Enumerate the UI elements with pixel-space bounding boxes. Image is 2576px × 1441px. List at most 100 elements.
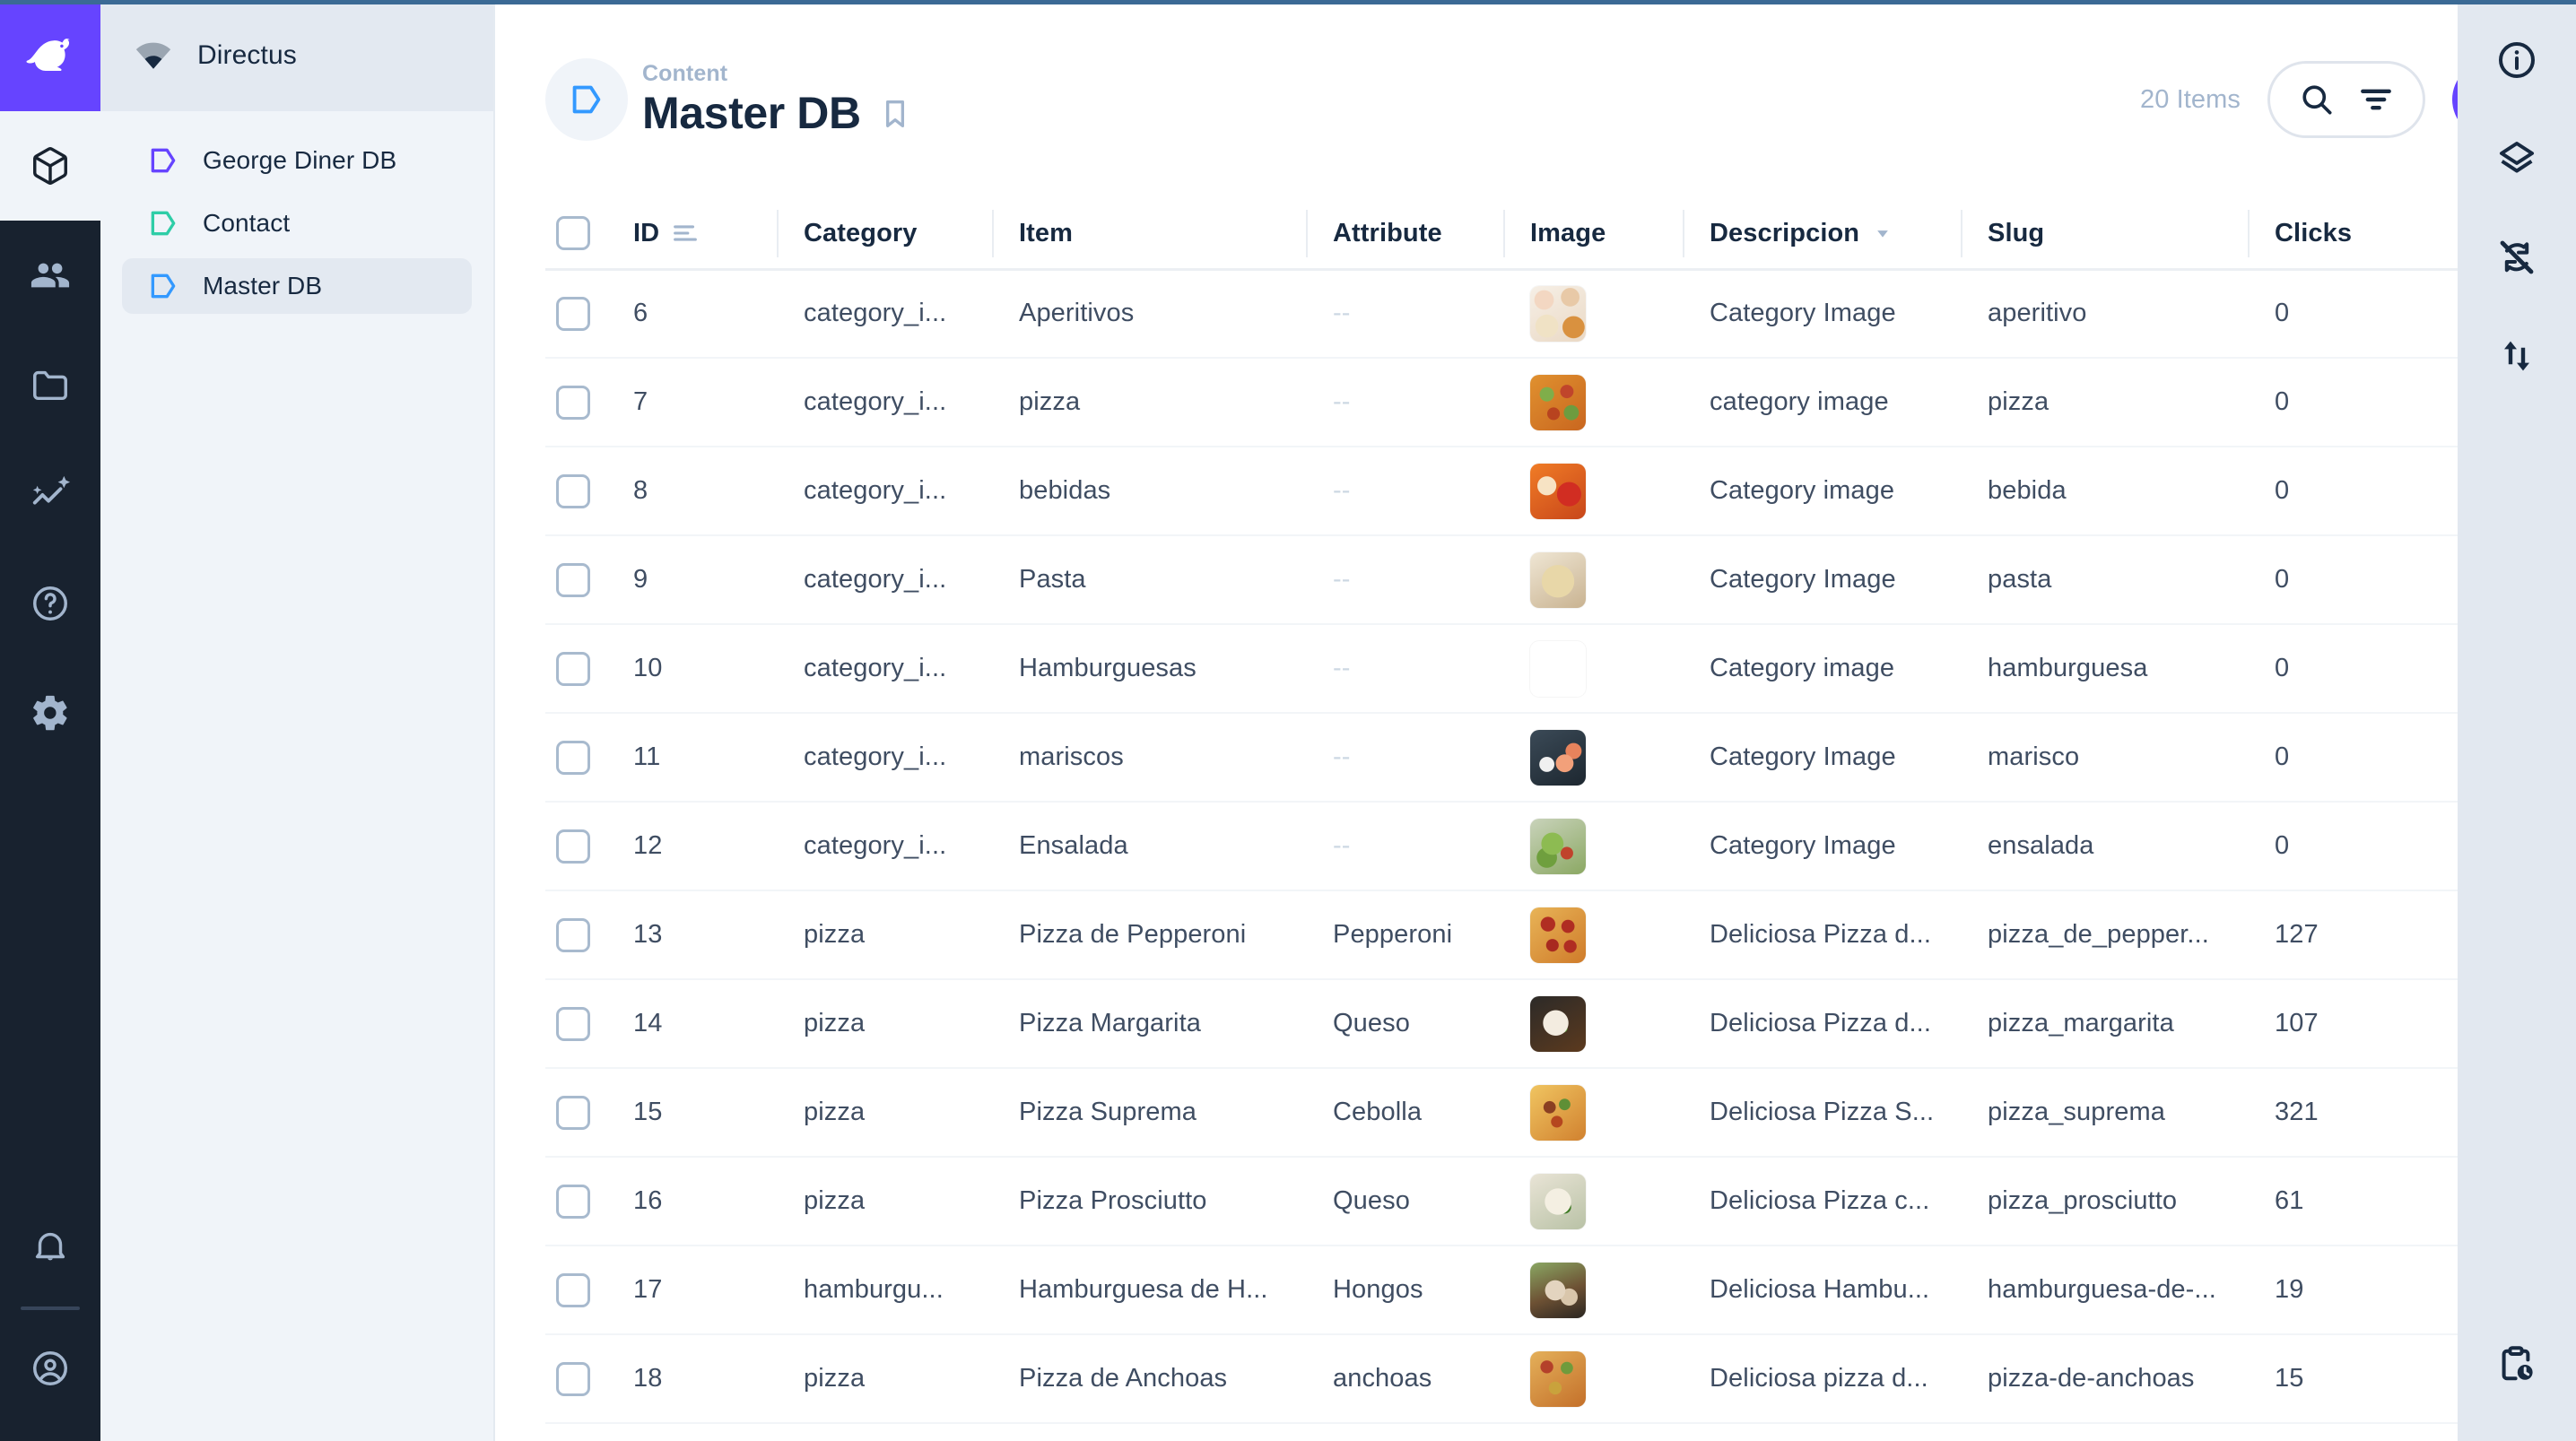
module-item-insights[interactable]	[0, 439, 100, 549]
row-checkbox[interactable]	[556, 385, 590, 420]
row-thumbnail[interactable]	[1530, 641, 1586, 697]
row-checkbox[interactable]	[556, 1184, 590, 1219]
module-item-docs[interactable]	[0, 549, 100, 658]
row-select-cell	[545, 269, 606, 359]
row-checkbox[interactable]	[556, 1272, 590, 1307]
table-row[interactable]: 7 category_i... pizza -- category image pizza…	[545, 358, 2520, 447]
tag-icon	[572, 85, 601, 114]
module-item-notifications[interactable]	[0, 1192, 100, 1301]
cell-id: 14	[606, 979, 777, 1069]
table-row[interactable]: 6 category_i... Aperitivos -- Category Image…	[545, 269, 2520, 359]
row-thumbnail[interactable]	[1530, 285, 1586, 342]
gear-icon	[33, 695, 67, 731]
sidebar-item-contact[interactable]: Contact	[122, 195, 472, 251]
sidebar-detail-layers[interactable]	[2458, 109, 2576, 208]
row-thumbnail[interactable]	[1530, 818, 1586, 874]
row-thumbnail[interactable]	[1530, 463, 1586, 519]
tag-icon	[151, 148, 176, 173]
row-thumbnail[interactable]	[1530, 1173, 1586, 1229]
row-thumbnail[interactable]	[1530, 1262, 1586, 1318]
table-row[interactable]: 14 pizza Pizza Margarita Queso Deliciosa Piz…	[545, 979, 2520, 1069]
cell-slug: bebida	[1961, 447, 2248, 536]
search-icon[interactable]	[2297, 80, 2337, 119]
row-select-cell	[545, 1068, 606, 1158]
header-column-attribute[interactable]: Attribute	[1306, 199, 1503, 271]
header-column-id[interactable]: ID	[606, 199, 777, 271]
empty-value: --	[1333, 742, 1351, 771]
row-thumbnail[interactable]	[1530, 1350, 1586, 1407]
row-thumbnail[interactable]	[1530, 907, 1586, 963]
box-icon	[33, 147, 67, 185]
module-item-users[interactable]	[0, 221, 100, 330]
search-filter-control[interactable]	[2267, 61, 2425, 138]
table-row[interactable]: 16 pizza Pizza Prosciutto Queso Deliciosa Pi…	[545, 1157, 2520, 1246]
sidebar-detail-info[interactable]	[2458, 11, 2576, 109]
cell-image	[1503, 1157, 1683, 1246]
sync-disabled-icon	[2500, 240, 2534, 274]
header-column-descripcion[interactable]: Descripcion	[1683, 199, 1961, 271]
people-icon	[30, 263, 70, 288]
breadcrumb[interactable]: Content	[642, 60, 913, 88]
sidebar-detail-activity[interactable]	[2458, 1315, 2576, 1414]
header-column-image[interactable]: Image	[1503, 199, 1683, 271]
sidebar-item-george-diner-db[interactable]: George Diner DB	[122, 133, 472, 188]
cell-item: Pizza Prosciutto	[992, 1157, 1306, 1246]
sort-icon[interactable]	[670, 218, 701, 248]
header-column-category[interactable]: Category	[777, 199, 992, 271]
directus-rabbit-logo-icon	[26, 39, 70, 72]
filter-icon[interactable]	[2356, 80, 2396, 119]
sidebar-item-master-db[interactable]: Master DB	[122, 258, 472, 314]
insights-icon	[32, 475, 71, 505]
row-thumbnail[interactable]	[1530, 1084, 1586, 1141]
sidebar-detail-sync-disabled[interactable]	[2458, 208, 2576, 307]
table-row[interactable]: 18 pizza Pizza de Anchoas anchoas Deliciosa …	[545, 1334, 2520, 1424]
row-checkbox[interactable]	[556, 473, 590, 508]
collection-icon-badge	[545, 58, 628, 141]
table-row[interactable]: 12 category_i... Ensalada -- Category Image e…	[545, 802, 2520, 891]
title-block: Content Master DB	[545, 58, 913, 141]
cell-item: Pizza Margarita	[992, 979, 1306, 1069]
table-row[interactable]: 11 category_i... mariscos -- Category Image m…	[545, 713, 2520, 803]
table-row[interactable]: 13 pizza Pizza de Pepperoni Pepperoni Delici…	[545, 890, 2520, 980]
module-item-account[interactable]	[0, 1319, 100, 1418]
project-header[interactable]: Directus	[100, 0, 493, 111]
cell-category: category_i...	[777, 713, 992, 803]
row-thumbnail[interactable]	[1530, 729, 1586, 786]
row-checkbox[interactable]	[556, 740, 590, 775]
cell-id: 16	[606, 1157, 777, 1246]
directus-logo[interactable]	[0, 0, 100, 111]
row-checkbox[interactable]	[556, 917, 590, 952]
module-divider	[21, 1306, 80, 1310]
row-checkbox[interactable]	[556, 296, 590, 331]
sidebar-detail-sort[interactable]	[2458, 307, 2576, 405]
table-row[interactable]: 8 category_i... bebidas -- Category image beb…	[545, 447, 2520, 536]
module-item-files[interactable]	[0, 330, 100, 439]
cell-slug: pizza	[1961, 358, 2248, 447]
cell-descripcion: category image	[1683, 358, 1961, 447]
row-checkbox[interactable]	[556, 1006, 590, 1041]
row-checkbox[interactable]	[556, 1361, 590, 1396]
table-row[interactable]: 10 category_i... Hamburguesas -- Category im…	[545, 624, 2520, 714]
row-checkbox[interactable]	[556, 829, 590, 864]
module-item-settings[interactable]	[0, 658, 100, 768]
row-checkbox[interactable]	[556, 562, 590, 597]
row-thumbnail[interactable]	[1530, 374, 1586, 430]
table-row[interactable]: 9 category_i... Pasta -- Category Image pasta…	[545, 535, 2520, 625]
row-thumbnail[interactable]	[1530, 995, 1586, 1052]
bookmark-icon[interactable]	[877, 96, 913, 132]
cell-attribute: Hongos	[1306, 1246, 1503, 1335]
cell-image	[1503, 1068, 1683, 1158]
header-column-slug[interactable]: Slug	[1961, 199, 2248, 271]
select-all-checkbox[interactable]	[556, 216, 590, 251]
header-column-item[interactable]: Item	[992, 199, 1306, 271]
cell-attribute: --	[1306, 358, 1503, 447]
module-item-content[interactable]	[0, 111, 100, 221]
table-row[interactable]: 15 pizza Pizza Suprema Cebolla Deliciosa Piz…	[545, 1068, 2520, 1158]
header-label-image: Image	[1530, 218, 1606, 247]
row-checkbox[interactable]	[556, 1095, 590, 1130]
cell-id: 8	[606, 447, 777, 536]
row-thumbnail[interactable]	[1530, 551, 1586, 608]
chevron-down-icon[interactable]	[1870, 221, 1895, 246]
table-row[interactable]: 17 hamburgu... Hamburguesa de H... Hongos De…	[545, 1246, 2520, 1335]
row-checkbox[interactable]	[556, 651, 590, 686]
